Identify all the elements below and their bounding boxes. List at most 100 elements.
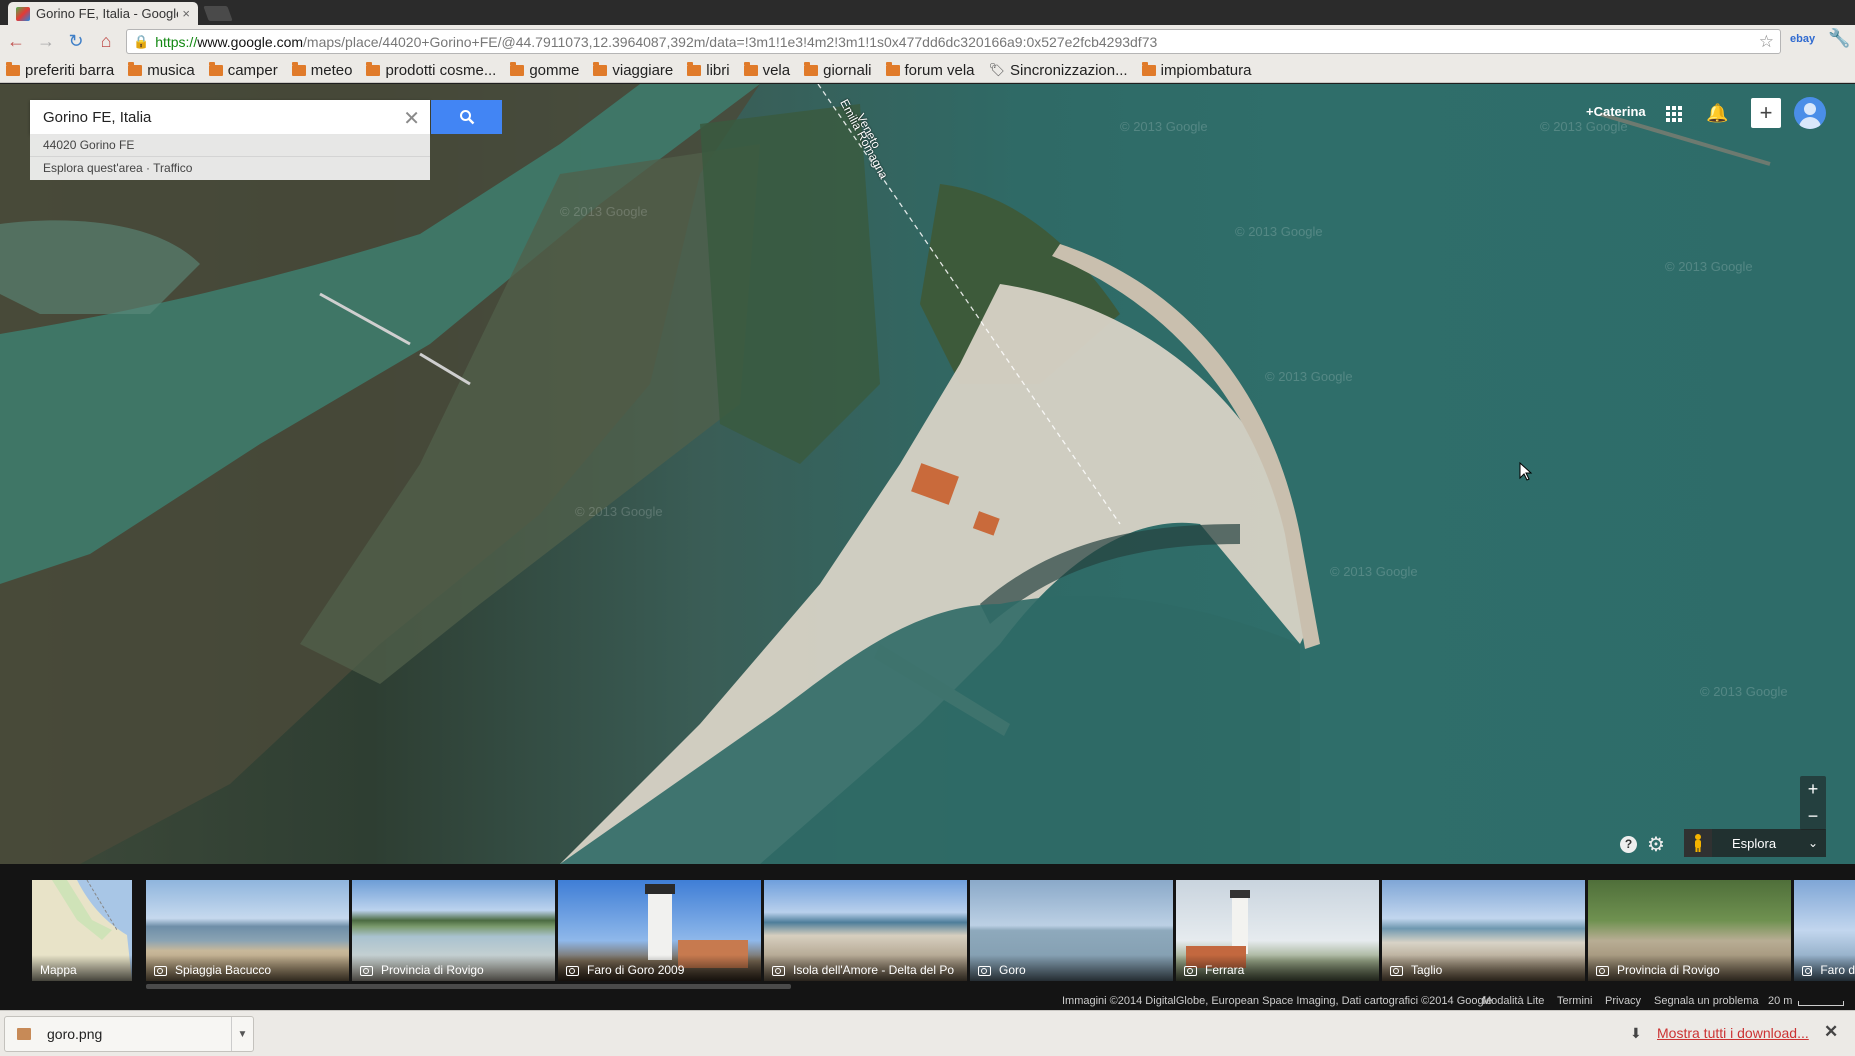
camera-icon — [1802, 966, 1813, 976]
folder-icon — [804, 61, 819, 76]
tag-icon: 🏷 — [988, 62, 1006, 77]
bookmark-label: impiombatura — [1160, 61, 1252, 79]
bookmarks-bar: preferiti barra musica camper meteo prodotti… — [0, 58, 1855, 83]
folder-icon — [208, 61, 223, 76]
camera-icon — [360, 966, 373, 976]
download-item[interactable]: goro.png ▼ — [4, 1016, 254, 1052]
bookmark-star-icon[interactable]: ☆ — [1759, 32, 1774, 52]
photo-thumb[interactable]: Provincia di Rovigo — [1588, 880, 1791, 981]
photo-thumb[interactable]: Isola dell'Amore - Delta del Po — [764, 880, 967, 981]
photo-thumb[interactable]: Provincia di Rovigo — [352, 880, 555, 981]
photo-thumb[interactable]: Ferrara — [1176, 880, 1379, 981]
bookmark-item[interactable]: libri — [687, 61, 730, 79]
terms-link[interactable]: Termini — [1557, 995, 1592, 1007]
photo-caption: Provincia di Rovigo — [352, 955, 555, 981]
photo-thumb[interactable]: Faro d — [1794, 880, 1855, 981]
zoom-in-button[interactable]: + — [1800, 776, 1826, 803]
imagery-watermark: © 2013 Google — [1665, 259, 1753, 274]
bookmark-item[interactable]: gomme — [510, 61, 580, 79]
search-suggestions: 44020 Gorino FE Esplora quest'area · Tra… — [30, 134, 430, 180]
account-name-link[interactable]: +Caterina — [1586, 104, 1646, 119]
browser-tab[interactable]: Gorino FE, Italia - Google M × — [8, 2, 198, 25]
chevron-down-icon[interactable]: ▼ — [231, 1017, 253, 1051]
ebay-extension-icon[interactable]: ebay — [1790, 33, 1815, 45]
bookmark-item[interactable]: 🏷 Sincronizzazion... — [989, 62, 1128, 79]
map-footer: Immagini ©2014 DigitalGlobe, European Sp… — [0, 992, 1855, 1010]
back-arrow-icon[interactable]: ← — [2, 28, 30, 56]
search-button[interactable] — [431, 100, 502, 134]
gear-icon[interactable]: ⚙ — [1647, 832, 1665, 857]
scale-label[interactable]: 20 m — [1768, 995, 1792, 1007]
privacy-link[interactable]: Privacy — [1605, 995, 1641, 1007]
folder-icon — [1141, 61, 1156, 76]
photo-strip-scrollbar[interactable] — [146, 984, 791, 989]
search-input[interactable]: Gorino FE, Italia ✕ — [30, 100, 430, 134]
folder-icon — [6, 61, 20, 76]
explore-button[interactable]: Esplora ⌄ — [1684, 829, 1826, 857]
bookmark-item[interactable]: vela — [743, 61, 790, 79]
folder-icon — [291, 61, 306, 76]
clear-search-icon[interactable]: ✕ — [403, 106, 420, 131]
photo-thumb-map[interactable]: Mappa — [32, 880, 132, 981]
help-icon[interactable]: ? — [1620, 836, 1637, 853]
forward-arrow-icon[interactable]: → — [32, 28, 60, 56]
bookmark-item[interactable]: prodotti cosme... — [366, 61, 496, 79]
suggestion-explore-traffic[interactable]: Esplora quest'area · Traffico — [30, 157, 430, 180]
photo-caption: Spiaggia Bacucco — [146, 955, 349, 981]
bookmark-item[interactable]: viaggiare — [593, 61, 673, 79]
mouse-cursor-icon — [1519, 462, 1533, 481]
lighthouse-tower — [1232, 894, 1248, 954]
bookmark-label: meteo — [310, 61, 353, 79]
notifications-bell-icon[interactable]: 🔔 — [1706, 103, 1728, 124]
lite-mode-link[interactable]: Modalità Lite — [1482, 995, 1544, 1007]
bookmark-label: gomme — [529, 61, 580, 79]
avatar[interactable] — [1794, 97, 1826, 129]
photo-thumb[interactable]: Faro di Goro 2009 — [558, 880, 761, 981]
photo-thumb[interactable]: Goro — [970, 880, 1173, 981]
tab-close-icon[interactable]: × — [182, 6, 190, 21]
satellite-map[interactable]: Veneto Emilia Romagna © 2013 Google © 20… — [0, 84, 1855, 864]
camera-icon — [1390, 966, 1403, 976]
suggestion-address[interactable]: 44020 Gorino FE — [30, 134, 430, 157]
new-tab-button[interactable] — [203, 6, 233, 21]
imagery-watermark: © 2013 Google — [1700, 684, 1788, 699]
bookmark-item[interactable]: forum vela — [885, 61, 975, 79]
camera-icon — [1596, 966, 1609, 976]
report-problem-link[interactable]: Segnala un problema — [1654, 995, 1759, 1007]
bookmark-item[interactable]: impiombatura — [1141, 61, 1252, 79]
bookmark-item[interactable]: preferiti barra — [6, 61, 114, 79]
show-all-downloads-link[interactable]: Mostra tutti i download... — [1657, 1025, 1809, 1041]
pegman-icon[interactable] — [1684, 829, 1712, 857]
browser-toolbar: ← → ↻ ⌂ 🔒 https://www.google.com/maps/pl… — [0, 25, 1855, 58]
chevron-down-icon: ⌄ — [1807, 836, 1818, 850]
folder-icon — [687, 61, 702, 76]
imagery-watermark: © 2013 Google — [575, 504, 663, 519]
bookmark-item[interactable]: musica — [128, 61, 195, 79]
camera-icon — [772, 966, 785, 976]
photo-thumb[interactable]: Spiaggia Bacucco — [146, 880, 349, 981]
camera-icon — [566, 966, 579, 976]
folder-icon — [593, 61, 608, 76]
photo-caption: Ferrara — [1176, 955, 1379, 981]
photo-thumb[interactable]: Taglio — [1382, 880, 1585, 981]
photo-caption: Faro di Goro 2009 — [558, 955, 761, 981]
address-bar[interactable]: 🔒 https://www.google.com/maps/place/4402… — [126, 29, 1781, 54]
photo-caption: Isola dell'Amore - Delta del Po — [764, 955, 967, 981]
share-plus-button[interactable]: + — [1751, 98, 1781, 128]
wrench-menu-icon[interactable]: 🔧 — [1828, 28, 1850, 49]
apps-grid-icon[interactable] — [1666, 106, 1682, 122]
bookmark-label: musica — [147, 61, 195, 79]
bookmark-item[interactable]: giornali — [804, 61, 872, 79]
home-icon[interactable]: ⌂ — [92, 28, 120, 56]
download-arrow-icon: ⬇ — [1630, 1025, 1642, 1041]
reload-icon[interactable]: ↻ — [62, 28, 90, 56]
bookmark-item[interactable]: meteo — [291, 61, 353, 79]
lock-icon: 🔒 — [133, 33, 150, 49]
photo-caption: Faro d — [1794, 955, 1855, 981]
folder-icon — [366, 61, 381, 76]
bookmark-label: libri — [706, 61, 730, 79]
close-shelf-icon[interactable]: ✕ — [1824, 1022, 1838, 1042]
zoom-out-button[interactable]: − — [1800, 803, 1826, 830]
imagery-watermark: © 2013 Google — [1330, 564, 1418, 579]
bookmark-item[interactable]: camper — [208, 61, 278, 79]
